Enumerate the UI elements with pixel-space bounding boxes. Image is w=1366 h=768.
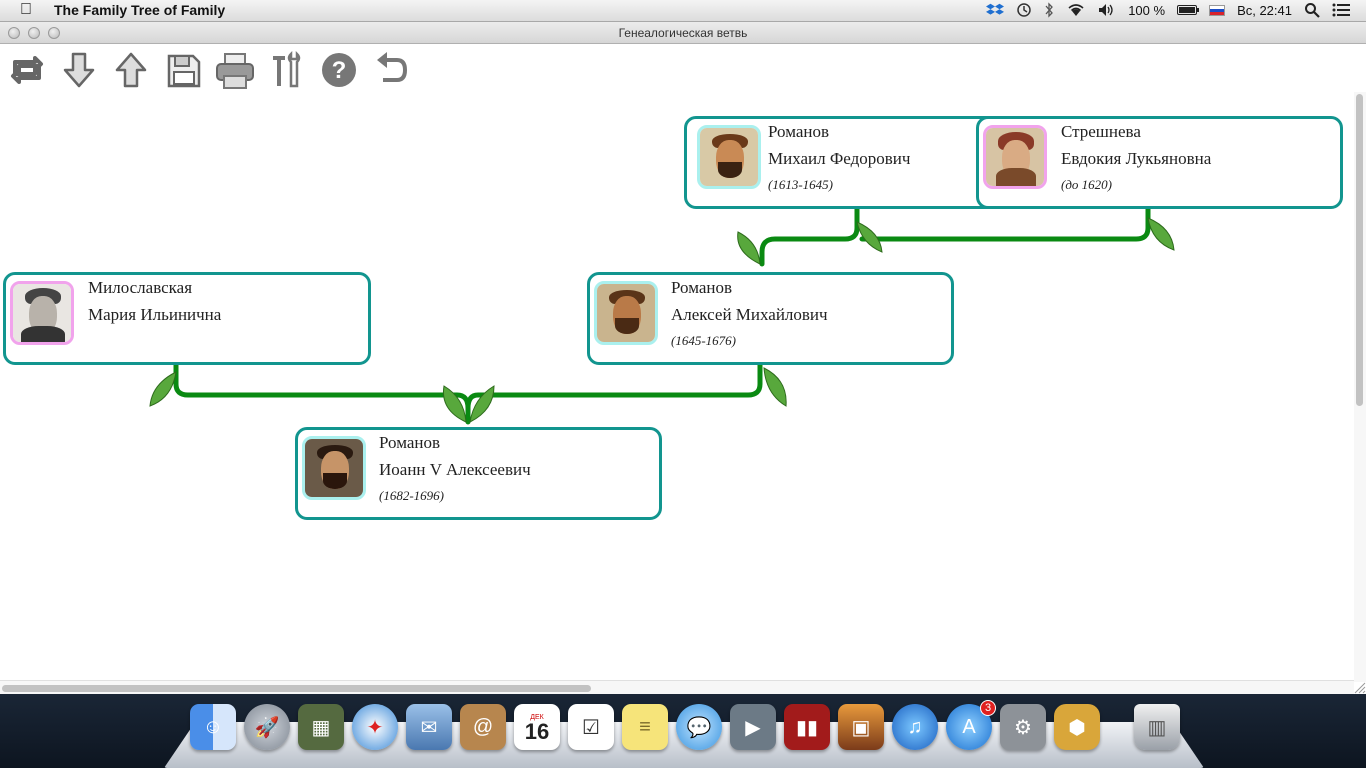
vertical-scrollbar[interactable] bbox=[1354, 92, 1366, 682]
leaf-icon bbox=[469, 385, 495, 423]
help-icon: ? bbox=[322, 53, 356, 87]
finder-icon[interactable]: ☺ bbox=[190, 704, 236, 750]
photo-booth-icon[interactable]: ▮▮ bbox=[784, 704, 830, 750]
facetime-icon[interactable]: ▶ bbox=[730, 704, 776, 750]
trash-icon[interactable]: ▥ bbox=[1134, 704, 1180, 750]
person-card[interactable]: Стрешнева Евдокия Лукьяновна (до 1620) bbox=[976, 116, 1343, 209]
save-button[interactable] bbox=[162, 48, 204, 92]
person-given-name: Михаил Федорович bbox=[768, 149, 911, 168]
branch-alexei-ioann bbox=[465, 361, 763, 411]
person-portrait bbox=[10, 281, 74, 345]
undo-icon bbox=[377, 52, 408, 82]
family-tree-icon[interactable]: ⬢ bbox=[1054, 704, 1100, 750]
refresh-icon bbox=[11, 56, 43, 84]
save-icon bbox=[167, 54, 201, 88]
person-portrait bbox=[697, 125, 761, 189]
branch-mikhail-alexei bbox=[759, 205, 860, 267]
menu-clock[interactable]: Вс, 22:41 bbox=[1237, 3, 1292, 18]
person-surname: Романов bbox=[671, 278, 733, 297]
volume-icon[interactable] bbox=[1098, 3, 1116, 17]
time-machine-icon[interactable] bbox=[1016, 2, 1032, 18]
person-card[interactable]: Милославская Мария Ильинична bbox=[3, 272, 371, 365]
tools-icon bbox=[273, 50, 301, 88]
undo-button[interactable] bbox=[370, 48, 412, 92]
bluetooth-icon[interactable] bbox=[1044, 2, 1054, 18]
branch-maria-ioann bbox=[173, 361, 471, 425]
notification-center-icon[interactable] bbox=[1332, 3, 1350, 17]
person-surname: Милославская bbox=[88, 278, 193, 297]
person-dates: (1682-1696) bbox=[379, 488, 444, 503]
system-preferences-icon[interactable]: ⚙ bbox=[1000, 704, 1046, 750]
person-dates: (1613-1645) bbox=[768, 177, 833, 192]
dropbox-icon[interactable] bbox=[986, 2, 1005, 18]
person-card[interactable]: Романов Алексей Михайлович (1645-1676) bbox=[587, 272, 954, 365]
person-given-name: Иоанн V Алексеевич bbox=[379, 460, 531, 479]
print-button[interactable] bbox=[214, 48, 256, 92]
iphoto-icon[interactable]: ▣ bbox=[838, 704, 884, 750]
safari-icon[interactable]: ✦ bbox=[352, 704, 398, 750]
horizontal-scrollbar[interactable] bbox=[0, 680, 1354, 695]
input-source-flag-icon[interactable] bbox=[1209, 4, 1226, 16]
spotlight-search-icon[interactable] bbox=[1304, 2, 1320, 18]
contacts-icon[interactable]: @ bbox=[460, 704, 506, 750]
print-icon bbox=[216, 53, 254, 89]
vertical-scroll-thumb[interactable] bbox=[1356, 94, 1363, 406]
leaf-icon bbox=[737, 231, 761, 265]
refresh-button[interactable] bbox=[6, 48, 48, 92]
window-title: Генеалогическая ветвь bbox=[618, 26, 748, 40]
person-surname: Романов bbox=[379, 433, 441, 452]
person-card[interactable]: Романов Иоанн V Алексеевич (1682-1696) bbox=[295, 427, 662, 520]
app-store-icon[interactable]: A 3 bbox=[946, 700, 996, 750]
app-menu-name[interactable]: The Family Tree of Family bbox=[54, 2, 225, 18]
leaf-icon bbox=[763, 367, 787, 407]
calendar-icon[interactable]: ДЕК 16 bbox=[514, 704, 560, 750]
arrow-down-icon bbox=[63, 52, 95, 88]
branch-evdokia-alexei bbox=[859, 205, 1151, 242]
person-given-name: Мария Ильинична bbox=[88, 305, 222, 324]
resize-grip-icon[interactable] bbox=[1352, 680, 1366, 694]
person-dates: (до 1620) bbox=[1061, 177, 1112, 192]
notes-icon[interactable]: ≡ bbox=[622, 704, 668, 750]
leaf-icon bbox=[149, 371, 177, 407]
arrow-up-icon bbox=[115, 52, 147, 88]
menu-bar:  The Family Tree of Family 100 % Вс, 22… bbox=[0, 0, 1366, 22]
person-given-name: Евдокия Лукьяновна bbox=[1061, 149, 1212, 168]
battery-percent[interactable]: 100 % bbox=[1128, 3, 1165, 18]
battery-icon[interactable] bbox=[1177, 5, 1200, 15]
person-portrait bbox=[302, 436, 366, 500]
horizontal-scroll-thumb[interactable] bbox=[2, 685, 591, 692]
apple-menu-icon[interactable]:  bbox=[20, 1, 32, 19]
svg-text:?: ? bbox=[332, 57, 347, 84]
settings-button[interactable] bbox=[266, 48, 308, 92]
messages-icon[interactable]: 💬 bbox=[676, 704, 722, 750]
launchpad-icon[interactable]: 🚀 bbox=[244, 704, 290, 750]
help-button[interactable]: ? bbox=[318, 48, 360, 92]
leaf-icon bbox=[1147, 217, 1175, 251]
window-title-bar: Генеалогическая ветвь bbox=[0, 22, 1366, 44]
move-up-button[interactable] bbox=[110, 48, 152, 92]
calendar-day: 16 bbox=[524, 718, 550, 744]
app-store-badge: 3 bbox=[980, 700, 996, 716]
move-down-button[interactable] bbox=[58, 48, 100, 92]
person-surname: Романов bbox=[768, 122, 830, 141]
family-tree-canvas[interactable]: Романов Михаил Федорович (1613-1645) Стр… bbox=[0, 92, 1352, 680]
person-portrait bbox=[983, 125, 1047, 189]
wifi-icon[interactable] bbox=[1066, 3, 1086, 17]
person-given-name: Алексей Михайлович bbox=[671, 305, 828, 324]
status-area: 100 % Вс, 22:41 bbox=[986, 2, 1350, 18]
person-surname: Стрешнева bbox=[1061, 122, 1141, 141]
person-portrait bbox=[594, 281, 658, 345]
person-dates: (1645-1676) bbox=[671, 333, 736, 348]
reminders-icon[interactable]: ☑ bbox=[568, 704, 614, 750]
photo-browser-icon[interactable]: ▦ bbox=[298, 704, 344, 750]
leaf-icon bbox=[442, 385, 467, 423]
mail-icon[interactable]: ✉ bbox=[406, 704, 452, 750]
itunes-icon[interactable]: ♫ bbox=[892, 704, 938, 750]
